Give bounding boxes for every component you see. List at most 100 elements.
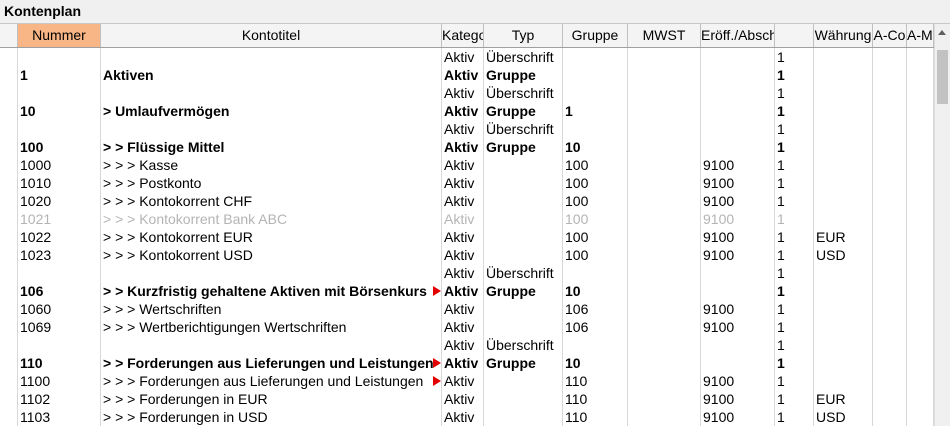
cell-eroeff[interactable]: 9100 <box>701 318 775 336</box>
cell-amode[interactable] <box>907 372 934 390</box>
column-header-waehrung[interactable]: Währung <box>814 24 873 47</box>
cell-waehrung[interactable] <box>814 318 873 336</box>
table-row[interactable]: 1000 > > > Kasse Aktiv 100 9100 1 <box>0 156 934 174</box>
cell-kategorie[interactable]: Aktiv <box>442 138 484 156</box>
cell-waehrung[interactable] <box>814 336 873 354</box>
cell-gruppe[interactable] <box>563 84 628 102</box>
cell-mwst[interactable] <box>628 210 701 228</box>
cell-mwst[interactable] <box>628 102 701 120</box>
cell-gruppe[interactable]: 10 <box>563 354 628 372</box>
cell-waehrung[interactable]: EUR <box>814 228 873 246</box>
cell-waehrung[interactable] <box>814 300 873 318</box>
cell-titel[interactable]: > > > Forderungen in USD <box>101 408 442 426</box>
cell-one[interactable]: 1 <box>775 66 814 84</box>
cell-mwst[interactable] <box>628 390 701 408</box>
cell-amode[interactable] <box>907 228 934 246</box>
cell-eroeff[interactable]: 9100 <box>701 372 775 390</box>
cell-gruppe[interactable] <box>563 336 628 354</box>
cell-eroeff[interactable] <box>701 120 775 138</box>
cell-waehrung[interactable] <box>814 192 873 210</box>
cell-eroeff[interactable]: 9100 <box>701 192 775 210</box>
column-header-acode[interactable]: A-Co <box>873 24 907 47</box>
cell-one[interactable]: 1 <box>775 174 814 192</box>
cell-typ[interactable] <box>484 408 563 426</box>
column-header-eroeff[interactable]: Eröff./Abschl. <box>701 24 775 47</box>
cell-kategorie[interactable]: Aktiv <box>442 192 484 210</box>
cell-one[interactable]: 1 <box>775 102 814 120</box>
table-row[interactable]: 1021 > > > Kontokorrent Bank ABC Aktiv 100… <box>0 210 934 228</box>
cell-eroeff[interactable] <box>701 354 775 372</box>
cell-eroeff[interactable] <box>701 48 775 66</box>
cell-one[interactable]: 1 <box>775 264 814 282</box>
cell-amode[interactable] <box>907 138 934 156</box>
cell-acode[interactable] <box>873 120 907 138</box>
cell-kategorie[interactable]: Aktiv <box>442 336 484 354</box>
cell-amode[interactable] <box>907 174 934 192</box>
cell-waehrung[interactable] <box>814 282 873 300</box>
cell-typ[interactable] <box>484 246 563 264</box>
row-gutter[interactable] <box>0 282 18 300</box>
cell-amode[interactable] <box>907 282 934 300</box>
cell-nummer[interactable] <box>18 336 101 354</box>
cell-eroeff[interactable] <box>701 102 775 120</box>
cell-kategorie[interactable]: Aktiv <box>442 390 484 408</box>
cell-waehrung[interactable] <box>814 372 873 390</box>
column-header-titel[interactable]: Kontotitel <box>101 24 442 47</box>
cell-waehrung[interactable]: USD <box>814 246 873 264</box>
cell-typ[interactable]: Überschrift <box>484 48 563 66</box>
cell-nummer[interactable] <box>18 84 101 102</box>
cell-nummer[interactable]: 106 <box>18 282 101 300</box>
cell-gruppe[interactable]: 110 <box>563 372 628 390</box>
cell-gruppe[interactable]: 100 <box>563 156 628 174</box>
row-gutter[interactable] <box>0 66 18 84</box>
cell-amode[interactable] <box>907 390 934 408</box>
table-row[interactable]: Aktiv Überschrift 1 <box>0 84 934 102</box>
cell-waehrung[interactable] <box>814 264 873 282</box>
cell-typ[interactable] <box>484 192 563 210</box>
vertical-scrollbar[interactable] <box>934 24 950 426</box>
scroll-up-icon[interactable] <box>935 24 950 41</box>
cell-mwst[interactable] <box>628 48 701 66</box>
cell-nummer[interactable]: 1069 <box>18 318 101 336</box>
column-header-amode[interactable]: A-Mo <box>907 24 934 47</box>
cell-nummer[interactable]: 1020 <box>18 192 101 210</box>
row-gutter[interactable] <box>0 138 18 156</box>
cell-kategorie[interactable]: Aktiv <box>442 102 484 120</box>
cell-acode[interactable] <box>873 408 907 426</box>
cell-nummer[interactable]: 1100 <box>18 372 101 390</box>
table-row[interactable]: Aktiv Überschrift 1 <box>0 48 934 66</box>
cell-nummer[interactable]: 1103 <box>18 408 101 426</box>
cell-kategorie[interactable]: Aktiv <box>442 156 484 174</box>
cell-typ[interactable] <box>484 372 563 390</box>
cell-titel[interactable]: > > Flüssige Mittel <box>101 138 442 156</box>
cell-amode[interactable] <box>907 192 934 210</box>
cell-kategorie[interactable]: Aktiv <box>442 66 484 84</box>
cell-amode[interactable] <box>907 66 934 84</box>
cell-kategorie[interactable]: Aktiv <box>442 228 484 246</box>
cell-eroeff[interactable]: 9100 <box>701 300 775 318</box>
cell-one[interactable]: 1 <box>775 156 814 174</box>
cell-amode[interactable] <box>907 300 934 318</box>
row-gutter[interactable] <box>0 48 18 66</box>
cell-acode[interactable] <box>873 84 907 102</box>
row-gutter[interactable] <box>0 174 18 192</box>
cell-gruppe[interactable]: 100 <box>563 174 628 192</box>
cell-amode[interactable] <box>907 48 934 66</box>
cell-kategorie[interactable]: Aktiv <box>442 48 484 66</box>
cell-acode[interactable] <box>873 192 907 210</box>
cell-kategorie[interactable]: Aktiv <box>442 264 484 282</box>
cell-one[interactable]: 1 <box>775 120 814 138</box>
cell-titel[interactable]: > > > Kontokorrent USD <box>101 246 442 264</box>
cell-eroeff[interactable] <box>701 66 775 84</box>
cell-one[interactable]: 1 <box>775 336 814 354</box>
cell-typ[interactable]: Überschrift <box>484 336 563 354</box>
cell-typ[interactable] <box>484 318 563 336</box>
cell-kategorie[interactable]: Aktiv <box>442 174 484 192</box>
cell-mwst[interactable] <box>628 66 701 84</box>
cell-eroeff[interactable] <box>701 282 775 300</box>
cell-acode[interactable] <box>873 156 907 174</box>
cell-nummer[interactable] <box>18 264 101 282</box>
cell-kategorie[interactable]: Aktiv <box>442 354 484 372</box>
cell-nummer[interactable]: 110 <box>18 354 101 372</box>
row-gutter[interactable] <box>0 408 18 426</box>
